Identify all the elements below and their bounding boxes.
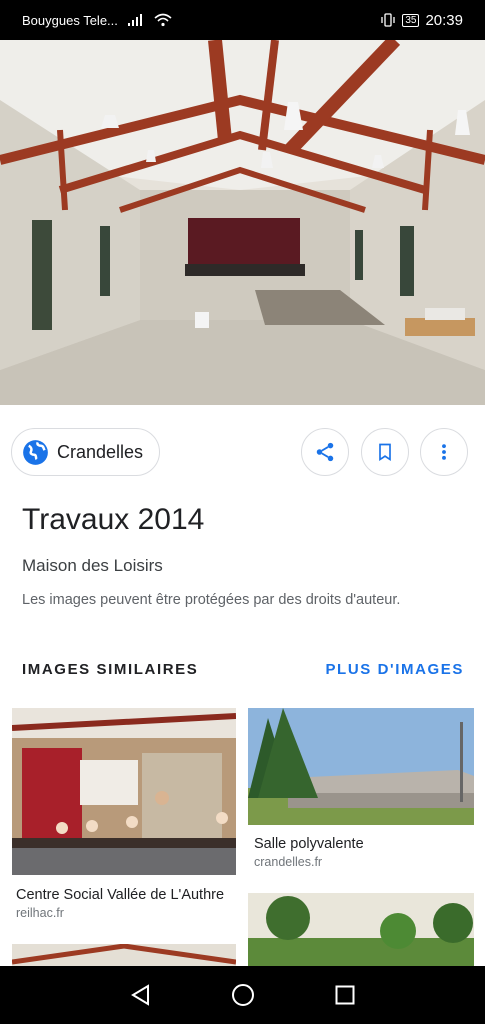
similar-title-2: Salle polyvalente: [254, 836, 364, 852]
image-subtitle: Maison des Loisirs: [22, 556, 163, 575]
carrier-label: Bouygues Tele...: [22, 12, 118, 28]
similar-card-2[interactable]: Salle polyvalente crandelles.fr: [248, 708, 474, 873]
status-bar: Bouygues Tele... 35 20:39: [0, 0, 485, 40]
similar-images-heading: IMAGES SIMILAIRES: [22, 661, 199, 678]
similar-card-1[interactable]: Centre Social Vallée de L'Authre reilhac…: [12, 708, 236, 923]
image-title: Travaux 2014: [22, 503, 205, 536]
share-button[interactable]: [301, 428, 349, 476]
system-nav-bar: [0, 966, 485, 1024]
similar-card-4[interactable]: [248, 893, 474, 966]
vibrate-icon: [381, 13, 395, 27]
similar-thumb-2: [248, 708, 474, 825]
battery-icon: 35: [402, 13, 420, 27]
similar-source-2: crandelles.fr: [254, 855, 323, 869]
share-icon: [316, 442, 334, 462]
recents-icon[interactable]: [335, 985, 355, 1005]
similar-thumb-4: [248, 893, 474, 966]
similar-source-1: reilhac.fr: [16, 906, 64, 920]
similar-thumb-1: [12, 708, 236, 875]
clock: 20:39: [425, 11, 463, 29]
source-label: Crandelles: [57, 441, 144, 462]
back-icon[interactable]: [130, 984, 152, 1006]
home-icon[interactable]: [231, 983, 255, 1007]
similar-title-1: Centre Social Vallée de L'Authre: [16, 887, 225, 903]
hall-interior-photo: [0, 40, 485, 405]
more-vert-icon: [442, 444, 446, 460]
save-button[interactable]: [361, 428, 409, 476]
signal-icon: [127, 14, 142, 26]
main-image[interactable]: [0, 40, 485, 405]
wifi-icon: [154, 13, 172, 27]
bookmark-icon: [379, 443, 391, 462]
more-options-button[interactable]: [420, 428, 468, 476]
more-images-link[interactable]: PLUS D'IMAGES: [325, 661, 464, 678]
similar-card-3[interactable]: [12, 944, 236, 966]
similar-thumb-3: [12, 944, 236, 966]
globe-icon: [23, 439, 48, 465]
copyright-notice: Les images peuvent être protégées par de…: [22, 592, 401, 608]
source-chip[interactable]: Crandelles: [11, 428, 160, 476]
